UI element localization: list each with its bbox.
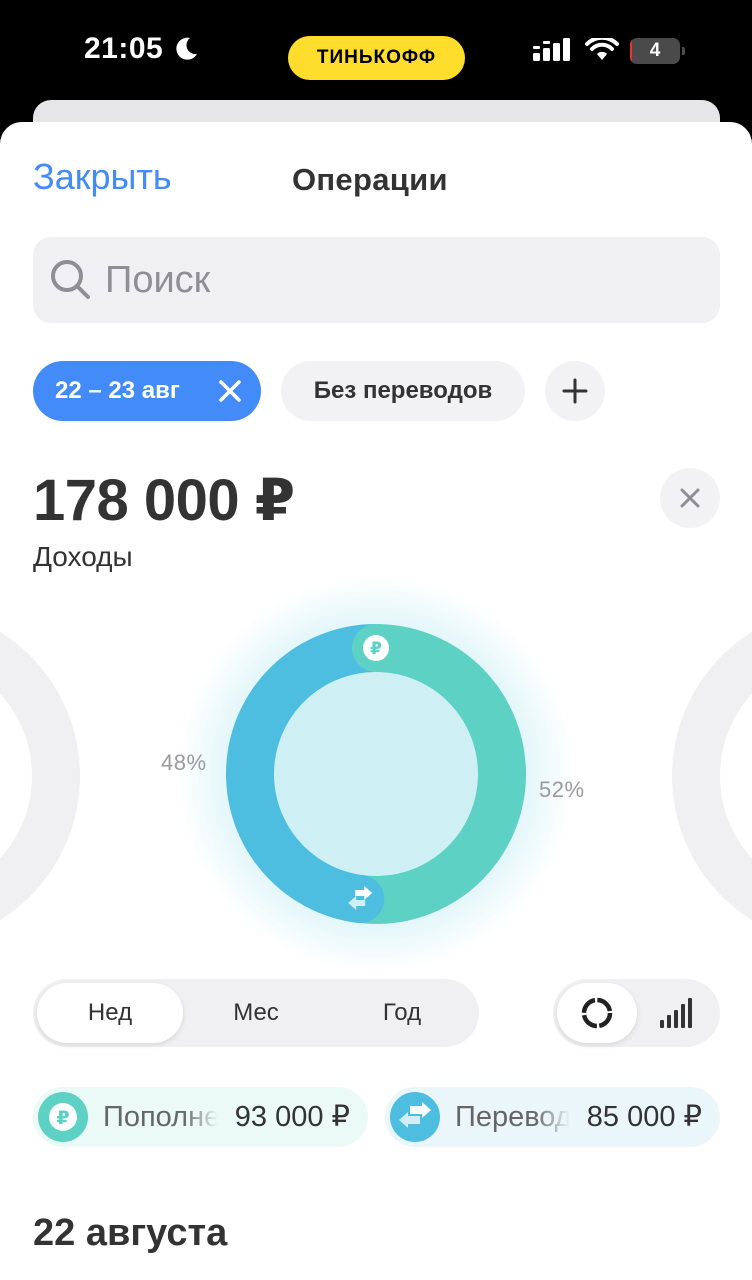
transfer-icon	[390, 1092, 440, 1142]
status-bar: 21:05 ТИНЬКОФФ 4	[0, 0, 752, 110]
battery-indicator: 4	[630, 38, 685, 64]
transfer-icon	[336, 875, 385, 924]
wifi-icon	[585, 38, 619, 60]
dismiss-button[interactable]	[660, 468, 720, 528]
date-filter-chip[interactable]: 22 – 23 авг	[33, 361, 261, 421]
period-month-button[interactable]: Мес	[183, 983, 329, 1043]
close-button[interactable]: Закрыть	[33, 156, 172, 198]
category-name: Переводы	[455, 1101, 570, 1133]
category-chip-transfers[interactable]: Переводы 85 000 ₽	[385, 1087, 720, 1147]
carrier-badge: ТИНЬКОФФ	[288, 36, 465, 80]
page-title: Операции	[292, 162, 448, 197]
view-mode-selector	[553, 979, 720, 1047]
category-name: Пополнения	[103, 1101, 218, 1133]
plus-icon	[562, 378, 588, 404]
period-year-button[interactable]: Год	[329, 983, 475, 1043]
svg-text:₽: ₽	[56, 1107, 69, 1129]
previous-period-chart[interactable]	[0, 606, 80, 946]
add-filter-button[interactable]	[545, 361, 605, 421]
ruble-icon: ₽	[352, 624, 400, 672]
period-week-button[interactable]: Нед	[37, 983, 183, 1043]
bar-view-button[interactable]	[636, 983, 716, 1043]
battery-level: 4	[649, 40, 661, 61]
total-amount: 178 000 ₽	[33, 468, 295, 533]
signal-icon	[533, 38, 570, 61]
no-transfers-label: Без переводов	[313, 377, 493, 404]
search-icon	[51, 260, 90, 299]
date-filter-label: 22 – 23 авг	[55, 377, 180, 404]
svg-text:₽: ₽	[370, 639, 382, 659]
category-amount: 85 000 ₽	[586, 1101, 702, 1133]
slice-label-topups: 52%	[539, 777, 585, 802]
period-selector: Нед Мес Год	[33, 979, 479, 1047]
search-bar[interactable]	[33, 237, 720, 323]
next-period-chart[interactable]	[672, 606, 752, 946]
ring-view-button[interactable]	[557, 983, 637, 1043]
clear-date-icon[interactable]	[217, 378, 243, 404]
total-label: Доходы	[33, 541, 133, 572]
slice-label-transfers: 48%	[161, 750, 207, 775]
list-section-date: 22 августа	[33, 1212, 228, 1254]
no-transfers-chip[interactable]: Без переводов	[281, 361, 525, 421]
moon-icon	[176, 37, 197, 60]
operations-sheet: Закрыть Операции 22 – 23 авг Без перевод…	[0, 122, 752, 1280]
close-icon	[680, 488, 700, 508]
income-donut-chart[interactable]: ₽	[226, 624, 526, 924]
status-time: 21:05	[84, 32, 164, 65]
search-input[interactable]	[105, 237, 695, 323]
ring-chart-icon	[581, 997, 613, 1029]
ruble-icon: ₽	[38, 1092, 88, 1142]
category-chip-topups[interactable]: ₽ Пополнения 93 000 ₽	[33, 1087, 368, 1147]
bar-chart-icon	[660, 998, 692, 1028]
category-amount: 93 000 ₽	[234, 1101, 350, 1133]
